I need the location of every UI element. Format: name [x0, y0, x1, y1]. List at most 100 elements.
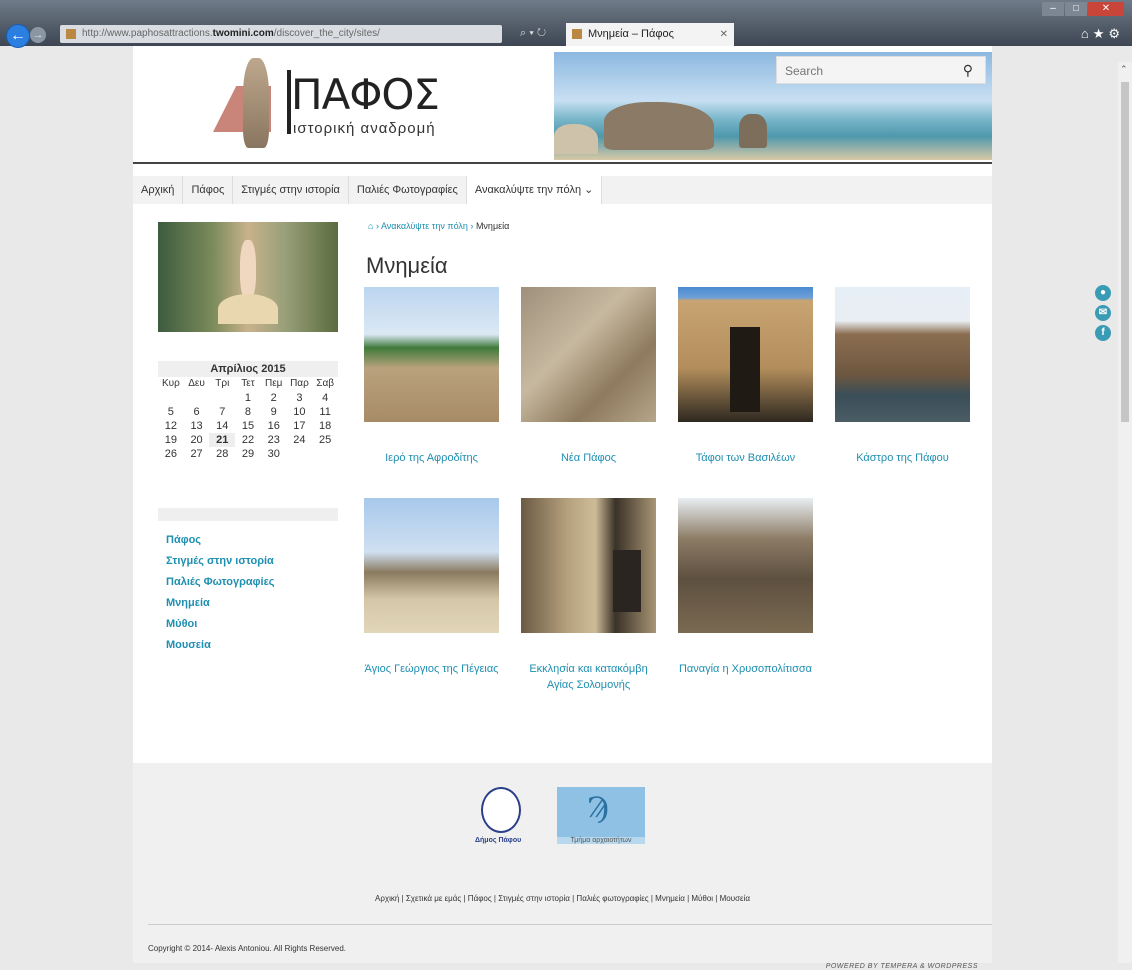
- powered-by-text[interactable]: POWERED BY TEMPERA & WORDPRESS: [826, 963, 978, 970]
- scrollbar-thumb[interactable]: [1121, 82, 1129, 422]
- calendar-day: [209, 391, 235, 405]
- monument-thumbnail[interactable]: [521, 498, 656, 633]
- calendar-day-header: Πεμ: [264, 378, 283, 389]
- calendar-day[interactable]: 17: [287, 419, 313, 433]
- breadcrumb-sep: ›: [470, 221, 474, 231]
- home-icon[interactable]: ⌂: [368, 221, 373, 231]
- nav-item-home[interactable]: Αρχική: [133, 176, 184, 204]
- browser-tab[interactable]: Μνημεία – Πάφος ✕: [566, 23, 734, 46]
- antiquities-logo-icon[interactable]: Ϡ: [557, 787, 645, 837]
- monument-label[interactable]: Τάφοι των Βασιλέων: [678, 450, 813, 466]
- calendar-day[interactable]: 20: [184, 433, 210, 447]
- municipality-logo-icon[interactable]: [481, 787, 521, 833]
- close-window-button[interactable]: ✕: [1088, 2, 1124, 16]
- forward-button[interactable]: →: [30, 27, 46, 43]
- calendar-day[interactable]: 24: [287, 433, 313, 447]
- vertical-scrollbar[interactable]: ⌃: [1118, 62, 1132, 963]
- monument-card[interactable]: Ιερό της Αφροδίτης: [364, 287, 499, 466]
- monument-thumbnail[interactable]: [678, 498, 813, 633]
- monument-thumbnail[interactable]: [678, 287, 813, 422]
- calendar-day[interactable]: 30: [261, 447, 287, 461]
- home-toolbar-icon[interactable]: ⌂: [1081, 26, 1093, 41]
- calendar-day[interactable]: 25: [312, 433, 338, 447]
- user-icon[interactable]: ●: [1095, 285, 1111, 301]
- monument-thumbnail[interactable]: [521, 287, 656, 422]
- sidebar-links: Πάφος Στιγμές στην ιστορία Παλιές Φωτογρ…: [166, 530, 275, 656]
- calendar-day[interactable]: 21: [209, 433, 236, 447]
- calendar-day[interactable]: 6: [184, 405, 210, 419]
- settings-gear-icon[interactable]: ⚙: [1108, 26, 1124, 41]
- maximize-button[interactable]: □: [1065, 2, 1087, 16]
- calendar-day-header: Τρι: [215, 378, 230, 389]
- calendar-day[interactable]: 8: [235, 405, 261, 419]
- calendar-day[interactable]: 3: [287, 391, 313, 405]
- calendar-day[interactable]: 5: [158, 405, 184, 419]
- sidebar-link[interactable]: Πάφος: [166, 530, 275, 551]
- site-favicon-icon: [66, 29, 76, 39]
- sidebar-link[interactable]: Μνημεία: [166, 593, 275, 614]
- nav-item-discover[interactable]: Ανακαλύψτε την πόλη ⌄: [466, 176, 603, 204]
- calendar-day[interactable]: 4: [312, 391, 338, 405]
- nav-item-moments[interactable]: Στιγμές στην ιστορία: [233, 176, 349, 204]
- monument-label[interactable]: Εκκλησία και κατακόμβη Αγίας Σολομονής: [521, 661, 656, 693]
- calendar-day[interactable]: 27: [184, 447, 210, 461]
- search-input[interactable]: [777, 57, 947, 85]
- search-refresh-icon[interactable]: ⌕ ▾ ↻: [520, 27, 546, 40]
- sidebar-painting-image: [158, 222, 338, 332]
- sidebar-link[interactable]: Μύθοι: [166, 614, 275, 635]
- municipality-logo-caption: Δήμος Πάφου: [475, 837, 522, 844]
- statue-icon: [243, 58, 269, 148]
- calendar-day[interactable]: 18: [312, 419, 338, 433]
- monument-label[interactable]: Άγιος Γεώργιος της Πέγειας: [364, 661, 499, 677]
- calendar-day[interactable]: 14: [209, 419, 235, 433]
- nav-item-paphos[interactable]: Πάφος: [183, 176, 234, 204]
- monument-card[interactable]: Εκκλησία και κατακόμβη Αγίας Σολομονής: [521, 498, 656, 693]
- calendar-day[interactable]: 28: [209, 447, 235, 461]
- calendar-day[interactable]: 15: [235, 419, 261, 433]
- calendar-day[interactable]: 16: [261, 419, 287, 433]
- back-button[interactable]: ←: [6, 24, 30, 48]
- sidebar-link[interactable]: Στιγμές στην ιστορία: [166, 551, 275, 572]
- scroll-up-icon[interactable]: ⌃: [1120, 64, 1128, 75]
- calendar-day[interactable]: 10: [287, 405, 313, 419]
- calendar-day[interactable]: 19: [158, 433, 184, 447]
- monument-card[interactable]: Τάφοι των Βασιλέων: [678, 287, 813, 466]
- monument-label[interactable]: Κάστρο της Πάφου: [835, 450, 970, 466]
- facebook-icon[interactable]: f: [1095, 325, 1111, 341]
- mail-icon[interactable]: ✉: [1095, 305, 1111, 321]
- monument-thumbnail[interactable]: [364, 498, 499, 633]
- breadcrumb-parent[interactable]: Ανακαλύψτε την πόλη: [381, 221, 468, 231]
- calendar-day[interactable]: 7: [209, 405, 235, 419]
- toolbar-icons: ⌂★⚙: [1081, 26, 1124, 42]
- monument-card[interactable]: Παναγία η Χρυσοπολίτισσα: [678, 498, 813, 677]
- monument-thumbnail[interactable]: [364, 287, 499, 422]
- calendar-day[interactable]: 29: [235, 447, 261, 461]
- calendar-day[interactable]: 23: [261, 433, 287, 447]
- tab-close-icon[interactable]: ✕: [720, 23, 728, 46]
- sidebar-link[interactable]: Μουσεία: [166, 635, 275, 656]
- calendar-day[interactable]: 12: [158, 419, 184, 433]
- page-container: ΠΑΦΟΣ ιστορική αναδρομή ⚲ Αρχική Πάφος Σ…: [133, 46, 992, 970]
- calendar-day[interactable]: 22: [235, 433, 261, 447]
- calendar-day[interactable]: 1: [235, 391, 261, 405]
- nav-item-old-photos[interactable]: Παλιές Φωτογραφίες: [349, 176, 467, 204]
- monument-card[interactable]: Άγιος Γεώργιος της Πέγειας: [364, 498, 499, 677]
- monument-label[interactable]: Ιερό της Αφροδίτης: [364, 450, 499, 466]
- monument-label[interactable]: Νέα Πάφος: [521, 450, 656, 466]
- favorites-star-icon[interactable]: ★: [1093, 26, 1109, 41]
- site-logo[interactable]: ΠΑΦΟΣ ιστορική αναδρομή: [213, 56, 463, 156]
- calendar-day[interactable]: 26: [158, 447, 184, 461]
- calendar-day[interactable]: 11: [312, 405, 338, 419]
- footer-links[interactable]: Αρχική | Σχετικά με εμάς | Πάφος | Στιγμ…: [133, 894, 992, 903]
- calendar-day[interactable]: 13: [184, 419, 210, 433]
- monument-thumbnail[interactable]: [835, 287, 970, 422]
- monument-label[interactable]: Παναγία η Χρυσοπολίτισσα: [678, 661, 813, 677]
- sidebar-link[interactable]: Παλιές Φωτογραφίες: [166, 572, 275, 593]
- monument-card[interactable]: Νέα Πάφος: [521, 287, 656, 466]
- minimize-button[interactable]: –: [1042, 2, 1064, 16]
- address-bar[interactable]: http://www.paphosattractions.twomini.com…: [60, 25, 502, 43]
- search-icon[interactable]: ⚲: [963, 62, 973, 79]
- calendar-day[interactable]: 9: [261, 405, 287, 419]
- monument-card[interactable]: Κάστρο της Πάφου: [835, 287, 970, 466]
- calendar-day[interactable]: 2: [261, 391, 287, 405]
